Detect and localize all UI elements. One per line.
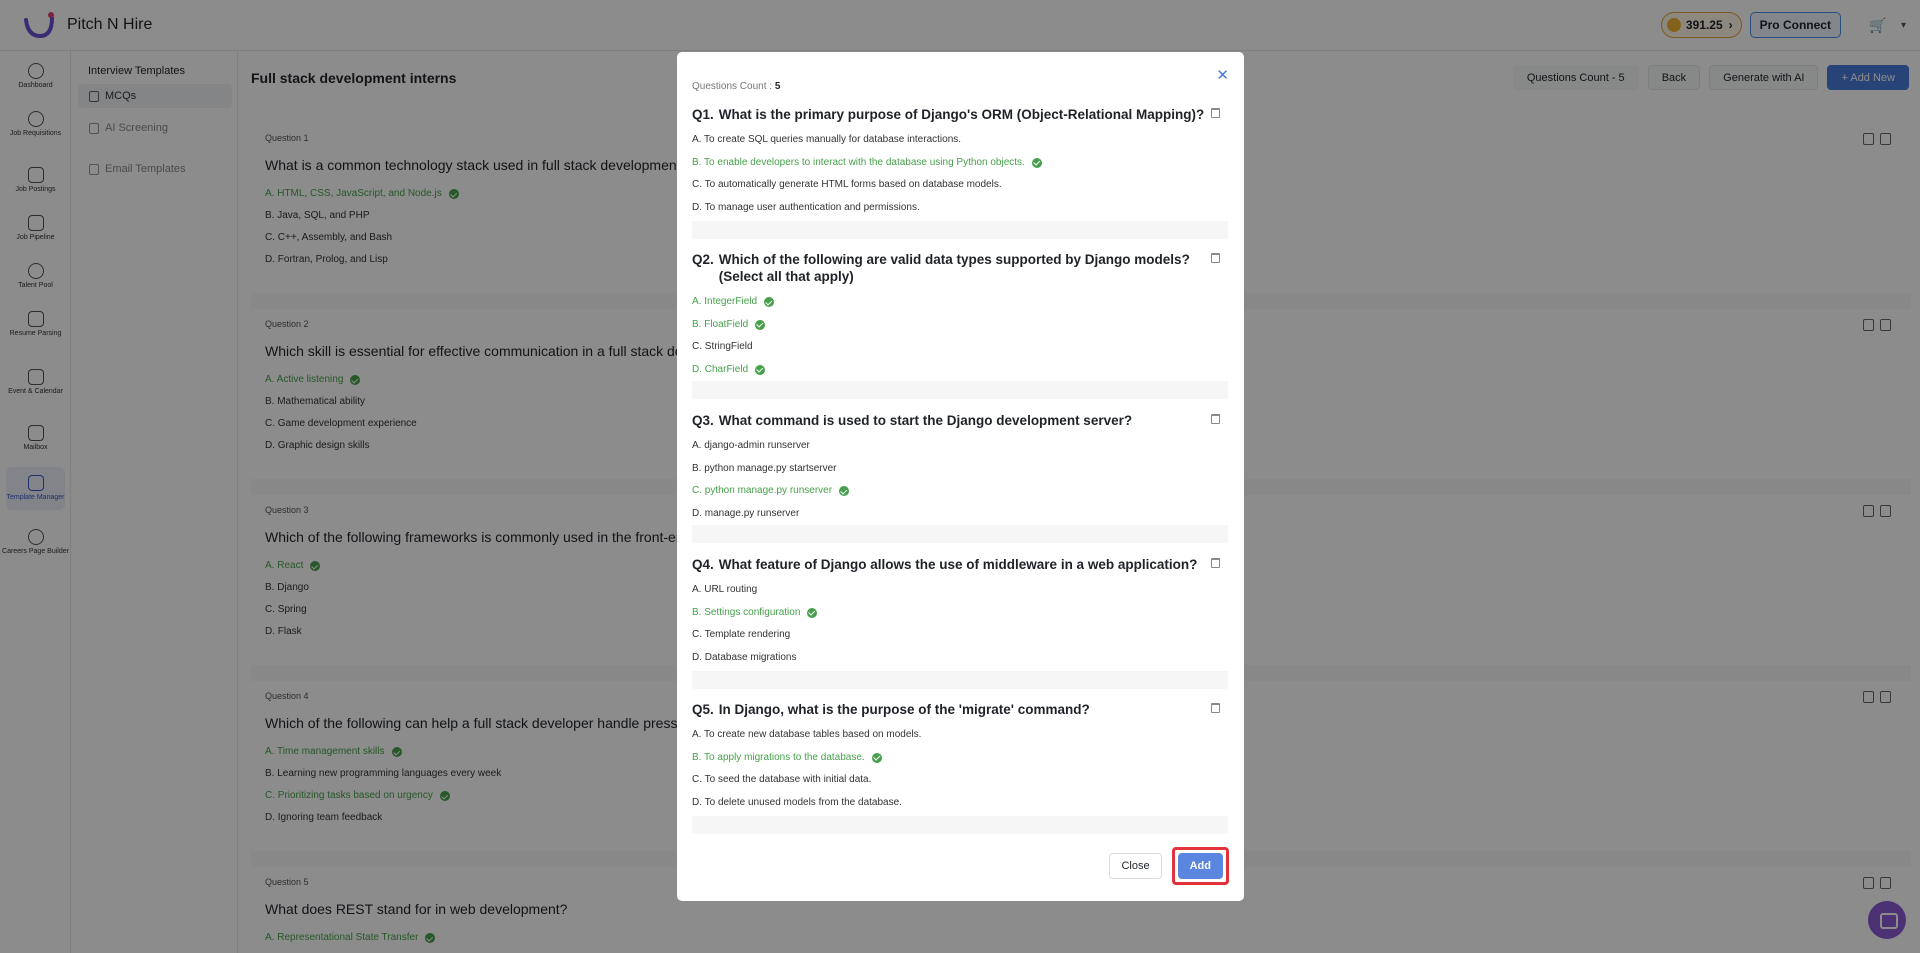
option-list: A. IntegerField B. FloatField C. StringF… <box>692 295 775 386</box>
card-footer-bg <box>692 221 1228 239</box>
trash-icon[interactable] <box>1211 414 1220 424</box>
option-item: C. To seed the database with initial dat… <box>692 773 921 796</box>
option-item: A. To create SQL queries manually for da… <box>692 133 1042 156</box>
modal-question-title: Q2. Which of the following are valid dat… <box>692 251 1212 285</box>
option-list: A. To create new database tables based o… <box>692 728 921 818</box>
option-list: A. To create SQL queries manually for da… <box>692 133 1042 223</box>
option-text: D. To delete unused models from the data… <box>692 796 902 808</box>
check-circle-icon <box>1031 157 1042 168</box>
card-footer-bg <box>692 671 1228 689</box>
option-text: C. Template rendering <box>692 629 791 640</box>
option-item: D. manage.py runserver <box>692 507 849 530</box>
question-text: What is the primary purpose of Django's … <box>718 107 1205 122</box>
option-item: C. Template rendering <box>692 628 817 651</box>
add-button[interactable]: Add <box>1177 853 1223 879</box>
count-label: Questions Count : <box>692 81 773 92</box>
option-item: B. Settings configuration <box>692 606 818 629</box>
option-text: B. FloatField <box>692 318 749 330</box>
modal-question-title: Q4. What feature of Django allows the us… <box>692 556 1212 573</box>
option-text: B. To enable developers to interact with… <box>692 156 1025 168</box>
option-item: C. To automatically generate HTML forms … <box>692 178 1042 201</box>
check-circle-icon <box>807 607 818 618</box>
option-item: D. Database migrations <box>692 651 817 674</box>
option-text: A. To create new database tables based o… <box>692 729 922 740</box>
check-circle-icon <box>755 319 766 330</box>
option-text: B. python manage.py startserver <box>692 462 837 474</box>
option-text: D. Database migrations <box>692 651 797 663</box>
trash-icon[interactable] <box>1211 703 1220 713</box>
option-item: D. To manage user authentication and per… <box>692 201 1042 224</box>
option-item: D. To delete unused models from the data… <box>692 796 921 819</box>
modal-question-card: Q4. What feature of Django allows the us… <box>692 556 1228 689</box>
trash-icon[interactable] <box>1211 108 1220 118</box>
check-circle-icon <box>839 486 850 496</box>
option-item: A. IntegerField <box>692 295 775 318</box>
option-item: D. CharField <box>692 363 774 386</box>
option-text: C. To automatically generate HTML forms … <box>692 179 1002 190</box>
option-text: B. To apply migrations to the database. <box>692 751 865 763</box>
option-item: A. To create new database tables based o… <box>692 728 921 751</box>
option-item: B. To enable developers to interact with… <box>692 156 1042 179</box>
question-text: What command is used to start the Django… <box>718 413 1133 428</box>
modal-question-card: Q2. Which of the following are valid dat… <box>692 251 1228 399</box>
close-button[interactable]: Close <box>1109 853 1162 879</box>
modal-question-card: Q5. In Django, what is the purpose of th… <box>692 701 1228 834</box>
add-button-highlight: Add <box>1171 847 1229 885</box>
option-item: A. URL routing <box>692 583 817 606</box>
option-text: A. IntegerField <box>692 296 758 307</box>
option-text: D. manage.py runserver <box>692 507 800 519</box>
app-root: Pitch N Hire 391.25 › Pro Connect 🛒 ▾ Da… <box>0 0 1920 953</box>
option-text: D. To manage user authentication and per… <box>692 201 920 213</box>
option-text: A. django-admin runserver <box>692 440 810 451</box>
option-text: D. CharField <box>692 363 749 375</box>
option-item: B. To apply migrations to the database. <box>692 751 921 774</box>
trash-icon[interactable] <box>1211 558 1220 568</box>
option-text: C. To seed the database with initial dat… <box>692 774 872 785</box>
question-text: Which of the following are valid data ty… <box>718 252 1190 284</box>
option-list: A. django-admin runserver B. python mana… <box>692 439 850 530</box>
option-item: C. python manage.py runserver <box>692 484 850 507</box>
option-item: A. django-admin runserver <box>692 439 849 462</box>
question-number: Q1. <box>692 107 714 122</box>
option-item: C. StringField <box>692 340 774 363</box>
modal-question-card: Q3. What command is used to start the Dj… <box>692 412 1228 543</box>
option-text: A. URL routing <box>692 584 758 595</box>
card-footer-bg <box>692 816 1228 834</box>
trash-icon[interactable] <box>1211 253 1220 263</box>
option-text: A. To create SQL queries manually for da… <box>692 134 962 145</box>
option-text: C. StringField <box>692 341 753 352</box>
option-item: B. python manage.py startserver <box>692 462 849 485</box>
option-list: A. URL routing B. Settings configuration… <box>692 583 818 674</box>
modal-question-title: Q1. What is the primary purpose of Djang… <box>692 106 1212 123</box>
option-text: C. python manage.py runserver <box>692 485 833 496</box>
generated-questions-modal: ✕ Questions Count : 5 Q1. What is the pr… <box>677 52 1244 901</box>
question-number: Q4. <box>692 557 714 572</box>
modal-footer: Close Add <box>1109 847 1229 885</box>
modal-question-title: Q5. In Django, what is the purpose of th… <box>692 701 1212 718</box>
question-number: Q5. <box>692 702 714 717</box>
modal-questions-count: Questions Count : 5 <box>692 81 780 92</box>
question-number: Q3. <box>692 413 714 428</box>
check-circle-icon <box>871 752 882 763</box>
modal-question-card: Q1. What is the primary purpose of Djang… <box>692 106 1228 239</box>
option-item: B. FloatField <box>692 318 774 341</box>
check-circle-icon <box>755 364 766 375</box>
close-icon[interactable]: ✕ <box>1216 66 1229 84</box>
question-number: Q2. <box>692 252 714 267</box>
check-circle-icon <box>764 297 775 307</box>
question-text: What feature of Django allows the use of… <box>718 557 1198 572</box>
modal-question-title: Q3. What command is used to start the Dj… <box>692 412 1212 429</box>
question-text: In Django, what is the purpose of the 'm… <box>718 702 1090 717</box>
count-value: 5 <box>774 81 781 92</box>
option-text: B. Settings configuration <box>692 606 801 618</box>
